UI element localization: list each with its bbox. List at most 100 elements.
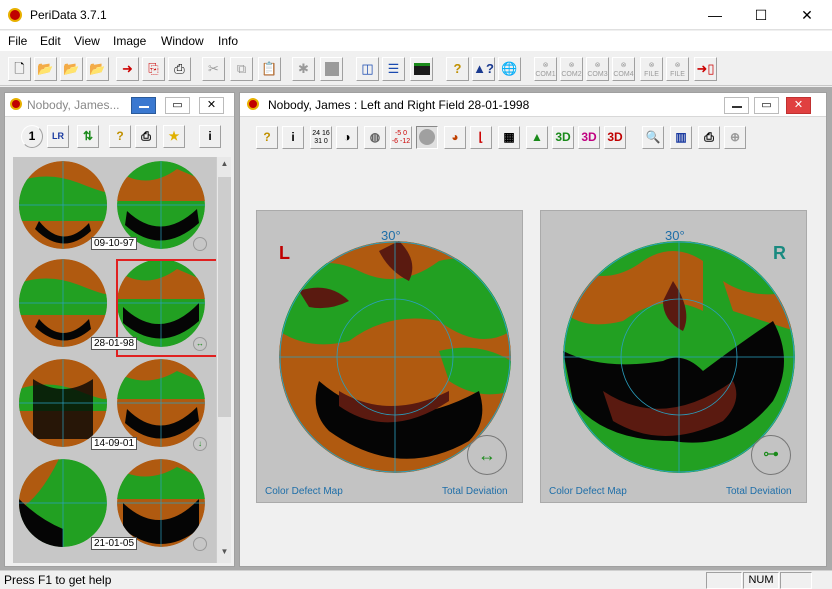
open-green-icon[interactable]: 📂 xyxy=(60,57,83,81)
single-field-button[interactable]: 1 xyxy=(21,125,43,148)
deviation-values-button[interactable]: -5 0 -6 -12 xyxy=(390,126,412,149)
thumbnail-close-button[interactable]: ✕ xyxy=(199,97,224,114)
status-scroll-indicator xyxy=(780,572,812,589)
com4-icon[interactable]: ⊗ COM4 xyxy=(612,57,635,81)
thumbnail-window-titlebar[interactable]: Nobody, James... ▭ ✕ xyxy=(5,93,234,117)
curve-graph-icon[interactable]: ⌊ xyxy=(470,126,492,149)
numeric-values-label: 24 16 31 0 xyxy=(312,130,330,145)
monitor-icon[interactable] xyxy=(410,57,433,81)
thumbnail-minimize-button[interactable] xyxy=(131,97,156,114)
right-field-panel: R 30° ⊶ Color Defect Map Total Deviation xyxy=(540,210,807,503)
field-thumbnail-right[interactable] xyxy=(117,359,205,447)
statistics-icon[interactable]: ▥ xyxy=(670,126,692,149)
close-button[interactable]: ✕ xyxy=(784,0,830,30)
import-icon[interactable]: ➜ xyxy=(116,57,139,81)
com2-icon[interactable]: ⊗ COM2 xyxy=(560,57,583,81)
com1-icon[interactable]: ⊗ COM1 xyxy=(534,57,557,81)
numeric-values-button[interactable]: 24 16 31 0 xyxy=(310,126,332,149)
com4-label: COM4 xyxy=(613,71,634,78)
bug-icon[interactable]: ✱ xyxy=(292,57,315,81)
cut-icon[interactable]: ✂ xyxy=(202,57,225,81)
print-icon[interactable]: ⎙ xyxy=(698,126,720,149)
grayscale-icon[interactable]: ◑ xyxy=(336,126,358,149)
menu-image[interactable]: Image xyxy=(113,34,146,48)
pie-chart-icon[interactable]: ◕ xyxy=(444,126,466,149)
tile-horizontal-icon[interactable]: ☰ xyxy=(382,57,405,81)
help-icon[interactable]: ? xyxy=(109,125,131,148)
scroll-thumb[interactable] xyxy=(218,177,231,417)
field-minimize-button[interactable] xyxy=(724,97,749,114)
right-caption-total-deviation: Total Deviation xyxy=(726,486,792,497)
field-close-button[interactable]: ✕ xyxy=(786,97,811,114)
status-num-indicator: NUM xyxy=(743,572,779,589)
3d-deviation-icon[interactable]: 3D xyxy=(604,126,626,149)
thumbnail-date: 14-09-01 xyxy=(91,437,138,450)
crosshair-icon[interactable]: ⊕ xyxy=(724,126,746,149)
field-window-titlebar[interactable]: Nobody, James : Left and Right Field 28-… xyxy=(240,93,826,117)
menu-info[interactable]: Info xyxy=(218,34,238,48)
3d-color-icon[interactable]: 3D xyxy=(578,126,600,149)
com3-icon[interactable]: ⊗ COM3 xyxy=(586,57,609,81)
stop-icon[interactable] xyxy=(320,57,343,81)
com3-label: COM3 xyxy=(587,71,608,78)
deviation-indicator-icon xyxy=(193,537,207,551)
right-total-deviation-indicator: ⊶ xyxy=(751,435,791,475)
minimize-button[interactable]: — xyxy=(692,0,738,30)
new-icon[interactable]: 🗋 xyxy=(8,57,31,81)
print-icon[interactable]: ⎙ xyxy=(168,57,191,81)
sort-arrows-icon[interactable]: ⇅ xyxy=(77,125,99,148)
scroll-down-icon[interactable]: ▼ xyxy=(218,547,231,561)
file1-icon[interactable]: ⊗ FILE xyxy=(640,57,663,81)
context-help-icon[interactable]: ▲? xyxy=(472,57,495,81)
menu-edit[interactable]: Edit xyxy=(40,34,61,48)
single-field-label: 1 xyxy=(28,129,36,143)
field-thumbnail-right[interactable] xyxy=(117,161,205,249)
thumbnail-date: 28-01-98 xyxy=(91,337,138,350)
star-icon[interactable]: ★ xyxy=(163,125,185,148)
color-defect-map-button[interactable] xyxy=(416,126,438,149)
zoom-icon[interactable]: 🔍 xyxy=(642,126,664,149)
web-icon[interactable]: 🌐 xyxy=(498,57,521,81)
print-icon[interactable]: ⎙ xyxy=(135,125,157,148)
right-caption-color-defect: Color Defect Map xyxy=(549,486,627,497)
maximize-button[interactable]: ☐ xyxy=(738,0,784,30)
field-maximize-button[interactable]: ▭ xyxy=(754,97,779,114)
tile-vertical-icon[interactable]: ◫ xyxy=(356,57,379,81)
left-right-button[interactable]: LR xyxy=(47,125,69,148)
export-icon[interactable]: ⎘ xyxy=(142,57,165,81)
open-gray-icon[interactable]: 📂 xyxy=(86,57,109,81)
menu-window[interactable]: Window xyxy=(161,34,204,48)
field-thumbnail-left[interactable] xyxy=(19,459,107,547)
paste-icon[interactable]: 📋 xyxy=(258,57,281,81)
app-title: PeriData 3.7.1 xyxy=(30,8,107,22)
info-button[interactable]: i xyxy=(282,126,304,149)
copy-icon[interactable]: ⧉ xyxy=(230,57,253,81)
help-icon[interactable]: ? xyxy=(256,126,278,149)
file2-label: FILE xyxy=(670,71,685,78)
left-right-label: LR xyxy=(52,131,64,141)
dot-pattern-icon[interactable]: ◍ xyxy=(364,126,386,149)
thumbnail-maximize-button[interactable]: ▭ xyxy=(165,97,190,114)
left-caption-total-deviation: Total Deviation xyxy=(442,486,508,497)
exit-icon[interactable]: ➜▯ xyxy=(694,57,717,81)
field-thumbnail-left[interactable] xyxy=(19,259,107,347)
thumbnail-scrollbar[interactable]: ▲ ▼ xyxy=(216,157,231,563)
field-thumbnail-left[interactable] xyxy=(19,359,107,447)
scroll-up-icon[interactable]: ▲ xyxy=(218,159,231,173)
file1-label: FILE xyxy=(644,71,659,78)
field-thumbnail-right[interactable] xyxy=(117,459,205,547)
open-icon[interactable]: 📂 xyxy=(34,57,57,81)
field-thumbnail-left[interactable] xyxy=(19,161,107,249)
help-icon[interactable]: ? xyxy=(446,57,469,81)
3d-view-icon[interactable]: 3D xyxy=(552,126,574,149)
deviation-values-label: -5 0 -6 -12 xyxy=(391,130,411,145)
status-caps-indicator xyxy=(706,572,742,589)
status-help-text: Press F1 to get help xyxy=(4,573,112,587)
menu-view[interactable]: View xyxy=(74,34,100,48)
menu-file[interactable]: File xyxy=(8,34,27,48)
hill-of-vision-icon[interactable]: ▲ xyxy=(526,126,548,149)
file2-icon[interactable]: ⊗ FILE xyxy=(666,57,689,81)
thumbnail-list[interactable]: 09-10-97 28-01-98 ↔ 14-09-01 ↓ 21-01-05 xyxy=(13,157,216,563)
info-button[interactable]: i xyxy=(199,125,221,148)
grid-table-icon[interactable]: ▦ xyxy=(498,126,520,149)
